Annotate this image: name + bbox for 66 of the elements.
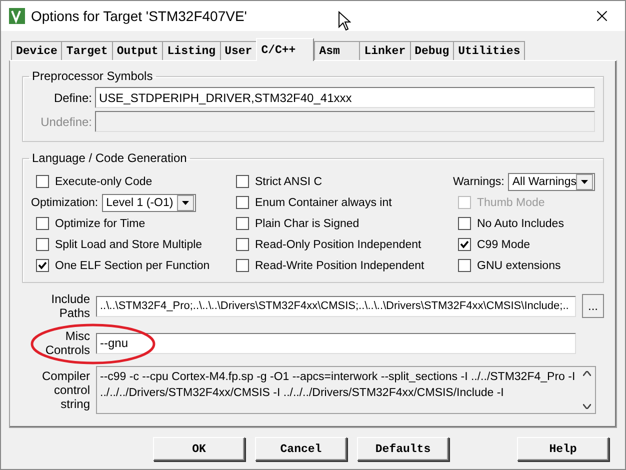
dialog-button[interactable]: Defaults xyxy=(357,437,449,461)
group-title: Language / Code Generation xyxy=(31,151,188,165)
checkbox-option[interactable]: Strict ANSI C xyxy=(231,171,453,192)
checkbox-option[interactable]: Read-Only Position Independent xyxy=(231,234,453,255)
field-label: Misc Controls xyxy=(44,329,90,357)
checkbox-option[interactable]: GNU extensions xyxy=(453,255,595,276)
checkbox[interactable] xyxy=(458,259,471,272)
app-logo-icon xyxy=(9,8,25,24)
checkbox-option[interactable]: Split Load and Store Multiple xyxy=(31,234,231,255)
text-field[interactable]: USE_STDPERIPH_DRIVER,STM32F40_41xxx xyxy=(95,87,595,108)
checkbox[interactable] xyxy=(36,217,49,230)
text-field[interactable]: --gnu xyxy=(96,332,576,354)
text-line: --c99 -c --cpu Cortex-M4.fp.sp -g -O1 --apcs=interwork --split_sections -I ../../STM32F4_Pro -I xyxy=(100,370,576,385)
tab[interactable]: Asm xyxy=(314,41,360,60)
field-label: Undefine: xyxy=(40,114,93,128)
group-title: Preprocessor Symbols xyxy=(31,69,154,83)
scroll-down-icon[interactable] xyxy=(582,404,591,409)
text-area[interactable]: --c99 -c --cpu Cortex-M4.fp.sp -g -O1 --apcs=interwork --split_sections -I ../../STM32F4_Pro -I ../../../Drivers/STM32F4xx/CMSIS -I ../../../Drivers/STM32F4xx/CMSIS/Include -I xyxy=(96,366,596,414)
dialog-button[interactable]: Help xyxy=(517,437,609,461)
checkbox[interactable] xyxy=(236,217,249,230)
tab[interactable]: Debug xyxy=(410,41,454,60)
field-label: Include Paths xyxy=(50,292,90,320)
field-label: Define: xyxy=(52,90,93,104)
scroll-up-icon[interactable] xyxy=(582,371,591,376)
checkbox-option[interactable]: Plain Char is Signed xyxy=(231,213,453,234)
tab[interactable]: Target xyxy=(61,41,113,60)
tab[interactable]: User xyxy=(220,41,258,60)
dropdown[interactable]: Level 1 (-O1) xyxy=(102,194,196,212)
dropdown-value: All Warnings xyxy=(512,176,576,188)
caret-icon xyxy=(581,180,588,184)
checkbox[interactable] xyxy=(36,175,49,188)
dialog-button[interactable]: Cancel xyxy=(255,437,347,461)
field-label: Compiler control string xyxy=(40,369,90,411)
checkbox[interactable] xyxy=(236,175,249,188)
checkbox-option[interactable]: Enum Container always int xyxy=(231,192,453,213)
checkbox-option[interactable]: Read-Write Position Independent xyxy=(231,255,453,276)
browse-button[interactable]: ... xyxy=(582,294,604,318)
tab[interactable]: C/C++ xyxy=(256,38,314,61)
tab[interactable]: Device xyxy=(11,41,62,60)
check-icon xyxy=(38,261,47,270)
tab[interactable]: Listing xyxy=(162,41,221,60)
dropdown-value: Level 1 (-O1) xyxy=(106,196,174,208)
checkbox-option[interactable]: Optimize for Time xyxy=(31,213,231,234)
checkbox-option[interactable]: One ELF Section per Function xyxy=(31,255,231,276)
select-label: Warnings: xyxy=(453,176,504,188)
tab[interactable]: Utilities xyxy=(453,41,526,60)
checkbox[interactable] xyxy=(236,259,249,272)
checkbox-option[interactable]: C99 Mode xyxy=(453,234,595,255)
dropdown[interactable]: All Warnings xyxy=(508,172,596,190)
select-label: Optimization: xyxy=(31,196,98,208)
window-title: Options for Target 'STM32F407VE' xyxy=(31,8,247,24)
text-line: ../../../Drivers/STM32F4xx/CMSIS -I ../../../Drivers/STM32F4xx/CMSIS/Include -I xyxy=(100,386,505,401)
checkbox[interactable] xyxy=(236,196,249,209)
checkbox[interactable] xyxy=(36,238,49,251)
dialog-button[interactable]: OK xyxy=(153,437,245,461)
tab[interactable]: Linker xyxy=(359,41,411,60)
checkbox-option[interactable]: Execute-only Code xyxy=(31,171,231,192)
text-field[interactable]: ..\..\STM32F4_Pro;..\..\..\Drivers\STM32F4xx\CMSIS;..\..\..\Drivers\STM32F4xx\CMSIS\Include;.. xyxy=(96,296,576,316)
tab[interactable]: Output xyxy=(112,41,164,60)
check-icon xyxy=(460,240,469,249)
checkbox[interactable] xyxy=(458,238,471,251)
checkbox-option[interactable]: No Auto Includes xyxy=(453,213,595,234)
checkbox[interactable] xyxy=(236,238,249,251)
checkbox[interactable] xyxy=(36,259,49,272)
caret-icon xyxy=(182,200,190,204)
checkbox[interactable] xyxy=(458,217,471,230)
